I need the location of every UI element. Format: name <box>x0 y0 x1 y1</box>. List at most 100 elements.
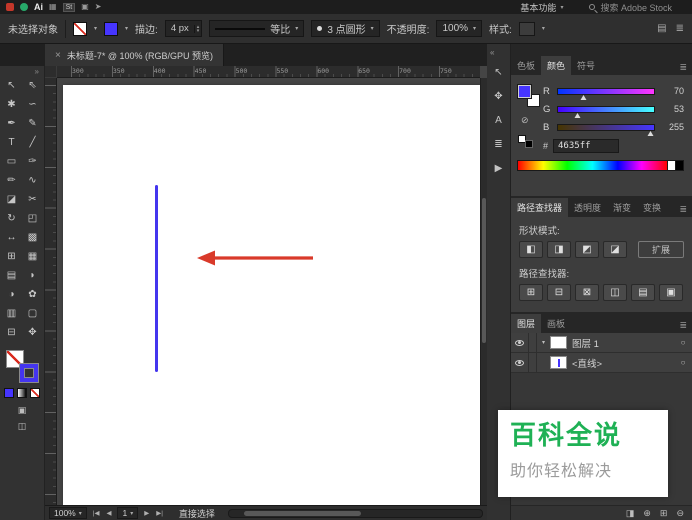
paintbrush-tool[interactable]: ✑ <box>22 152 43 171</box>
fill-stroke-indicator[interactable] <box>6 350 38 382</box>
slider-handle[interactable] <box>580 95 586 100</box>
lock-column[interactable] <box>529 353 537 373</box>
trim-button[interactable]: ⊟ <box>547 284 571 301</box>
white-spectrum-swatch[interactable] <box>668 160 676 171</box>
document-tab[interactable]: × 未标题-7* @ 100% (RGB/GPU 预览) <box>45 44 224 66</box>
canvas-viewport[interactable] <box>57 78 480 505</box>
share-icon[interactable]: ➤ <box>95 3 102 11</box>
magic-wand-tool[interactable]: ✱ <box>1 95 22 114</box>
curvature-tool[interactable]: ✎ <box>22 114 43 133</box>
scissors-tool[interactable]: ✂ <box>22 190 43 209</box>
drawn-vertical-line[interactable] <box>155 185 158 372</box>
actions-panel-icon[interactable]: ▶ <box>495 164 503 174</box>
mesh-tool[interactable]: ▦ <box>22 247 43 266</box>
blend-tool[interactable]: ◑ <box>1 285 22 304</box>
new-layer-button[interactable]: ⊞ <box>660 509 668 518</box>
stepper-down-icon[interactable]: ▾ <box>197 29 200 33</box>
blue-value[interactable]: 255 <box>660 122 684 132</box>
layer-name[interactable]: <直线> <box>572 356 674 370</box>
rectangle-tool[interactable]: ▭ <box>1 152 22 171</box>
chevron-down-icon[interactable]: ▾ <box>542 25 545 32</box>
visibility-toggle[interactable] <box>511 353 529 373</box>
zoom-dropdown[interactable]: 100% ▾ <box>49 507 87 519</box>
line-segment-tool[interactable]: ╱ <box>22 133 43 152</box>
artboard-tool[interactable]: ▢ <box>22 304 43 323</box>
first-artboard-button[interactable]: |◀ <box>92 509 101 517</box>
tab-swatches[interactable]: 色板 <box>511 56 541 75</box>
character-panel-icon[interactable]: A <box>495 116 502 126</box>
perspective-grid-tool[interactable]: ⊞ <box>1 247 22 266</box>
tab-pathfinder[interactable]: 路径查找器 <box>511 198 568 217</box>
red-arrow-annotation[interactable] <box>196 246 316 270</box>
style-swatch[interactable] <box>519 22 535 36</box>
vertical-ruler[interactable] <box>45 78 57 505</box>
gradient-button[interactable] <box>17 388 27 398</box>
paragraph-panel-icon[interactable]: ≣ <box>494 140 502 150</box>
shaper-tool[interactable]: ∿ <box>22 171 43 190</box>
stroke-proxy[interactable] <box>518 85 531 98</box>
panel-menu-icon[interactable]: ≣ <box>679 320 692 333</box>
stroke-weight-stepper[interactable]: 4 px ▴ ▾ <box>165 20 202 37</box>
selection-tool[interactable]: ↖ <box>1 76 22 95</box>
tab-color[interactable]: 颜色 <box>541 56 571 75</box>
stepper-arrows[interactable]: ▴ ▾ <box>194 25 202 33</box>
stroke-proxy-blue[interactable] <box>20 364 38 382</box>
expand-button[interactable]: 扩展 <box>638 241 684 258</box>
vertical-scrollbar[interactable] <box>480 78 487 505</box>
tab-artboards[interactable]: 画板 <box>541 314 571 333</box>
lock-column[interactable] <box>529 333 537 353</box>
rotate-tool[interactable]: ↻ <box>1 209 22 228</box>
chevron-down-icon[interactable]: ▾ <box>94 25 97 32</box>
hand-tool[interactable]: ✥ <box>22 323 43 342</box>
vertical-scrollbar-thumb[interactable] <box>482 198 486 343</box>
close-icon[interactable]: × <box>55 50 61 61</box>
toolbar-collapse-icon[interactable]: » <box>35 66 44 76</box>
artboard[interactable] <box>63 85 480 505</box>
horizontal-scrollbar[interactable] <box>228 509 483 518</box>
black-spectrum-swatch[interactable] <box>676 160 684 171</box>
free-transform-tool[interactable]: ▩ <box>22 228 43 247</box>
exclude-button[interactable]: ◪ <box>603 241 627 258</box>
panel-menu-icon[interactable]: ≣ <box>679 204 692 217</box>
blue-slider[interactable] <box>557 124 655 131</box>
workspace-switcher[interactable]: 基本功能 ▾ <box>520 1 563 14</box>
tab-symbols[interactable]: 符号 <box>571 56 601 75</box>
visibility-toggle[interactable] <box>511 333 529 353</box>
new-sublayer-button[interactable]: ⊕ <box>643 509 651 518</box>
panel-toggle-icon[interactable]: ▤ <box>657 23 666 34</box>
direct-selection-tool[interactable]: ⇖ <box>22 76 43 95</box>
red-slider[interactable] <box>557 88 655 95</box>
fill-stroke-proxy[interactable] <box>518 85 540 107</box>
stroke-profile-dropdown[interactable]: 等比 ▾ <box>209 20 304 37</box>
drawing-mode-icon[interactable]: ▣ <box>18 405 27 416</box>
screen-mode-icon[interactable]: ◫ <box>18 421 27 432</box>
color-button[interactable] <box>4 388 14 398</box>
delete-layer-button[interactable]: ⊖ <box>676 509 684 518</box>
divide-button[interactable]: ⊞ <box>519 284 543 301</box>
previous-artboard-button[interactable]: ◀ <box>105 509 112 517</box>
black-white-swatches[interactable] <box>518 135 533 148</box>
horizontal-ruler[interactable] <box>57 66 480 78</box>
target-circle-icon[interactable]: ○ <box>674 338 692 347</box>
last-artboard-button[interactable]: ▶| <box>155 509 164 517</box>
scale-tool[interactable]: ◰ <box>22 209 43 228</box>
next-artboard-button[interactable]: ▶ <box>143 509 150 517</box>
slice-tool[interactable]: ⊟ <box>1 323 22 342</box>
type-tool[interactable]: T <box>1 133 22 152</box>
eyedropper-tool[interactable]: ◗ <box>22 266 43 285</box>
stroke-color-swatch[interactable] <box>104 22 118 36</box>
make-mask-button[interactable]: ◨ <box>626 509 635 518</box>
green-slider[interactable] <box>557 106 655 113</box>
slider-handle[interactable] <box>575 113 581 118</box>
stock-search[interactable]: 搜索 Adobe Stock <box>589 1 672 14</box>
expand-chevron-icon[interactable]: ▾ <box>537 339 550 346</box>
minus-back-button[interactable]: ▣ <box>659 284 683 301</box>
red-value[interactable]: 70 <box>660 86 684 96</box>
chevron-down-icon[interactable]: ▾ <box>125 25 128 32</box>
column-graph-tool[interactable]: ▥ <box>1 304 22 323</box>
horizontal-scrollbar-thumb[interactable] <box>244 511 360 516</box>
fill-color-swatch[interactable] <box>73 22 87 36</box>
color-spectrum[interactable] <box>517 160 668 171</box>
green-value[interactable]: 53 <box>660 104 684 114</box>
selection-panel-icon[interactable]: ↖ <box>494 68 502 78</box>
